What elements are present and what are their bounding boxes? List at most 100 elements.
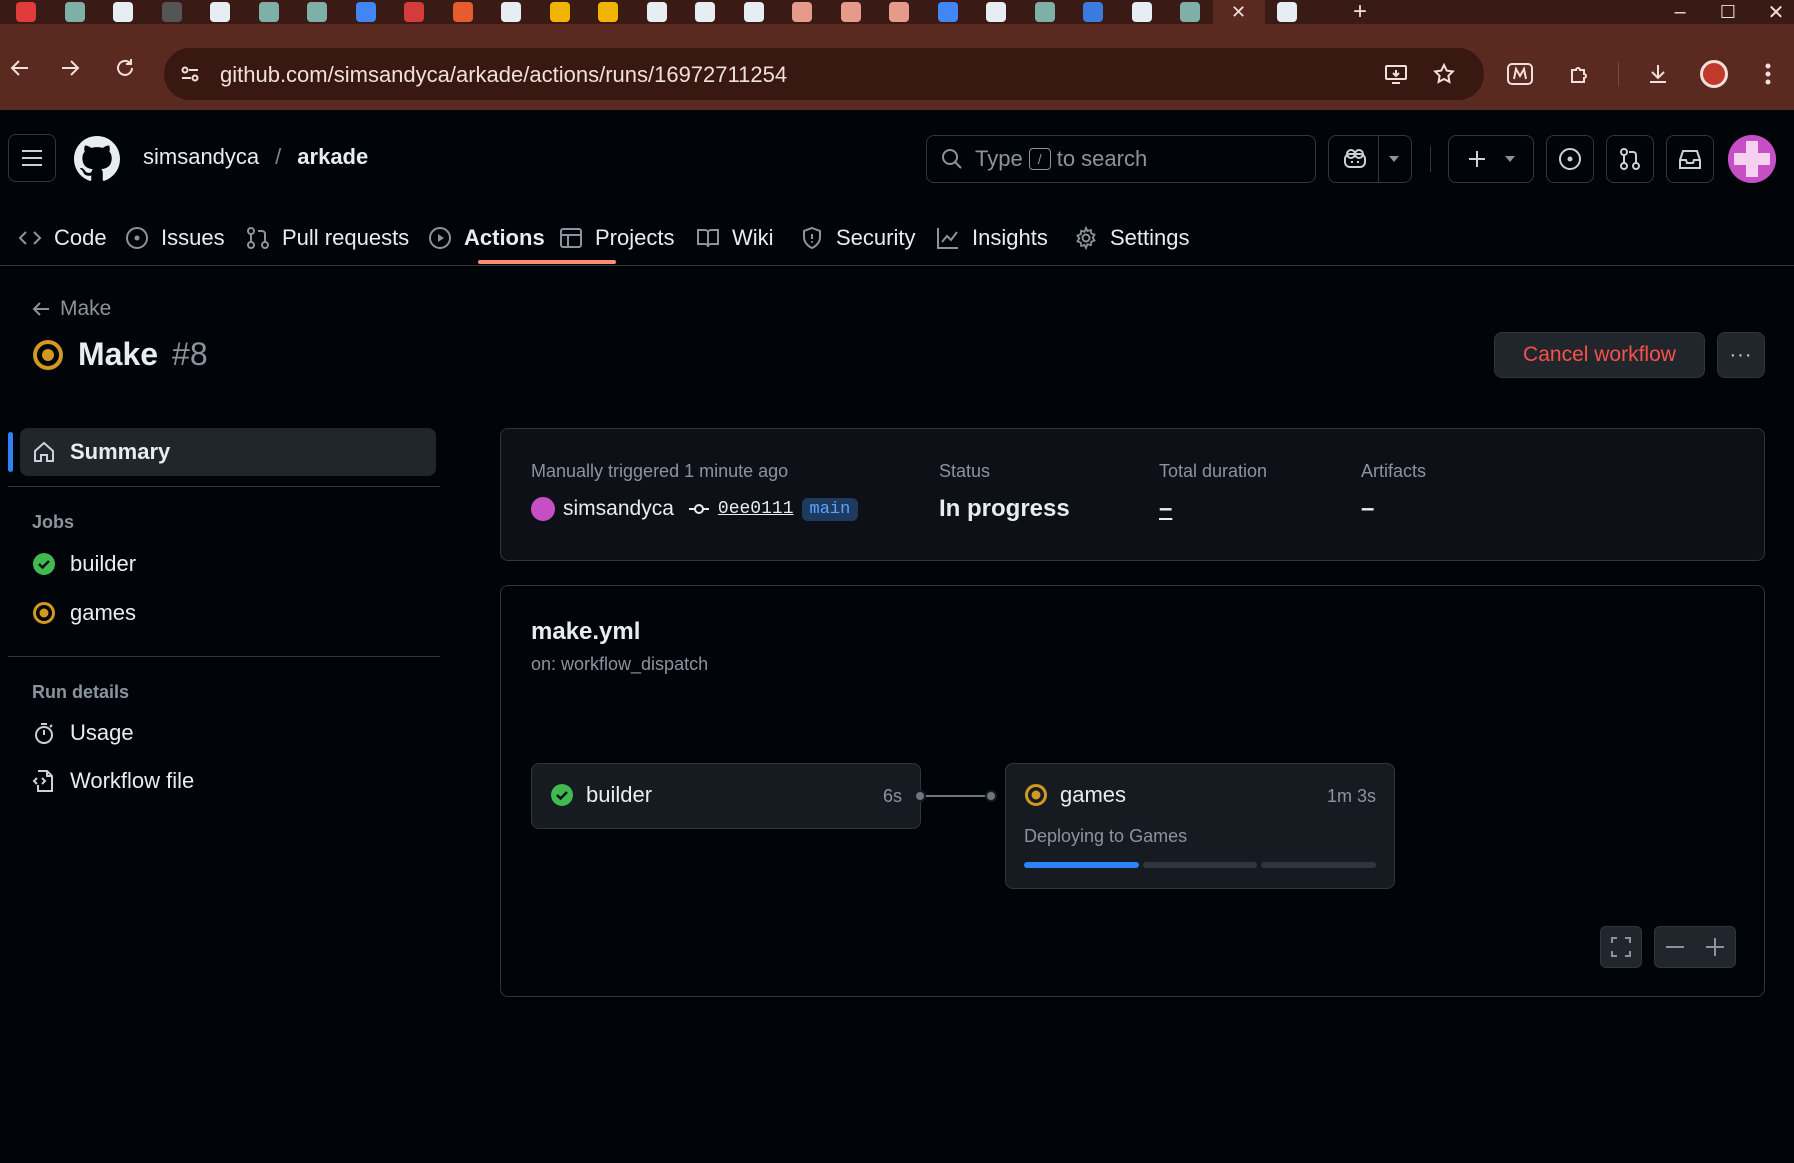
sidebar-item-builder[interactable]: builder (32, 551, 136, 577)
tab-projects[interactable]: Projects (559, 210, 674, 266)
actor-avatar[interactable] (531, 497, 555, 521)
browser-menu-icon[interactable] (1748, 54, 1788, 94)
in-progress-status-icon (33, 339, 63, 370)
downloads-icon[interactable] (1638, 54, 1678, 94)
fullscreen-button[interactable] (1600, 926, 1642, 968)
commit-icon (688, 504, 709, 514)
browser-tab[interactable] (1261, 0, 1313, 24)
browser-tab[interactable] (534, 0, 586, 24)
tab-settings[interactable]: Settings (1074, 210, 1190, 266)
browser-tab[interactable] (728, 0, 780, 24)
tab-security[interactable]: Security (800, 210, 915, 266)
menu-button[interactable] (8, 134, 56, 182)
job-node-games[interactable]: games 1m 3s Deploying to Games (1005, 763, 1395, 889)
browser-tab[interactable] (194, 0, 246, 24)
browser-tab[interactable] (1116, 0, 1168, 24)
tab-actions[interactable]: Actions (428, 210, 545, 266)
branch-badge[interactable]: main (801, 497, 859, 521)
browser-tab[interactable] (1067, 0, 1119, 24)
browser-tab[interactable] (0, 0, 52, 24)
browser-tab[interactable] (146, 0, 198, 24)
url-text[interactable]: github.com/simsandyca/arkade/actions/run… (220, 62, 787, 88)
browser-tab[interactable] (437, 0, 489, 24)
browser-tab[interactable] (243, 0, 295, 24)
tab-issues[interactable]: Issues (125, 210, 225, 266)
tab-close-icon[interactable]: ✕ (1231, 2, 1246, 23)
browser-tab[interactable] (825, 0, 877, 24)
browser-tab[interactable] (631, 0, 683, 24)
issue-icon (125, 226, 149, 250)
browser-tab-active[interactable]: ✕ (1212, 0, 1265, 24)
sidebar-item-usage[interactable]: Usage (32, 720, 134, 746)
copilot-button[interactable] (1328, 135, 1412, 183)
sidebar-item-workflow-file[interactable]: Workflow file (32, 768, 194, 794)
tab-pull-requests[interactable]: Pull requests (246, 210, 409, 266)
job-node-builder[interactable]: builder 6s (531, 763, 921, 829)
new-tab-button[interactable]: + (1334, 0, 1386, 25)
pull-request-icon (1620, 148, 1640, 170)
address-bar[interactable]: github.com/simsandyca/arkade/actions/run… (164, 48, 1484, 100)
github-logo-icon[interactable] (74, 136, 120, 182)
tab-insights[interactable]: Insights (936, 210, 1048, 266)
tab-label: Code (54, 225, 107, 250)
browser-tab[interactable] (97, 0, 149, 24)
forward-icon[interactable] (50, 48, 90, 88)
browser-tab[interactable] (1164, 0, 1216, 24)
more-options-button[interactable]: ··· (1717, 332, 1765, 378)
browser-tab[interactable] (485, 0, 537, 24)
browser-tab[interactable] (922, 0, 974, 24)
artifacts-value: – (1361, 495, 1375, 522)
zoom-out-button[interactable] (1655, 946, 1695, 948)
extension-m-icon[interactable] (1500, 54, 1540, 94)
inbox-button[interactable] (1666, 135, 1714, 183)
extensions-puzzle-icon[interactable] (1560, 54, 1600, 94)
sidebar-item-games[interactable]: games (32, 600, 136, 626)
browser-toolbar: github.com/simsandyca/arkade/actions/run… (0, 24, 1794, 110)
zoom-in-button[interactable] (1695, 938, 1735, 956)
toolbar-divider (1618, 62, 1619, 86)
reload-icon[interactable] (105, 48, 145, 88)
actor-link[interactable]: simsandyca (563, 497, 674, 521)
pull-requests-button[interactable] (1606, 135, 1654, 183)
maximize-window-button[interactable]: ☐ (1704, 0, 1752, 24)
install-app-icon[interactable] (1378, 56, 1414, 92)
browser-tab[interactable] (340, 0, 392, 24)
shield-icon (800, 226, 824, 250)
header-divider (1430, 146, 1431, 172)
browser-tab[interactable] (582, 0, 634, 24)
browser-tab[interactable] (291, 0, 343, 24)
tab-wiki[interactable]: Wiki (696, 210, 774, 266)
tab-favicon-icon (501, 2, 521, 22)
browser-tab[interactable] (1019, 0, 1071, 24)
site-info-icon[interactable] (172, 56, 208, 92)
issues-button[interactable] (1546, 135, 1594, 183)
search-input[interactable]: Type / to search (926, 135, 1316, 183)
browser-tab[interactable] (679, 0, 731, 24)
owner-link[interactable]: simsandyca (143, 144, 259, 170)
browser-tab[interactable] (49, 0, 101, 24)
user-avatar[interactable] (1728, 135, 1776, 183)
profile-avatar-icon[interactable] (1694, 54, 1734, 94)
minimize-window-button[interactable]: – (1656, 0, 1704, 24)
create-new-button[interactable] (1448, 135, 1534, 183)
tab-code[interactable]: Code (18, 210, 107, 266)
close-window-button[interactable]: ✕ (1752, 0, 1794, 24)
zoom-controls (1654, 926, 1736, 968)
search-placeholder-prefix: Type (975, 146, 1023, 171)
repo-link[interactable]: arkade (297, 144, 368, 170)
sidebar-item-summary[interactable]: Summary (20, 428, 436, 476)
browser-tab[interactable] (388, 0, 440, 24)
browser-tab[interactable] (873, 0, 925, 24)
bookmark-star-icon[interactable] (1426, 56, 1462, 92)
back-to-workflow-link[interactable]: Make (32, 297, 111, 321)
back-icon[interactable] (0, 48, 40, 88)
inbox-icon (1679, 150, 1701, 169)
browser-tab[interactable] (776, 0, 828, 24)
tab-favicon-icon (986, 2, 1006, 22)
search-shortcut-key: / (1028, 148, 1051, 170)
duration-value[interactable]: – (1159, 495, 1172, 523)
commit-sha-link[interactable]: 0ee0111 (718, 499, 794, 519)
browser-tab[interactable] (970, 0, 1022, 24)
fullscreen-icon (1611, 937, 1631, 957)
cancel-workflow-button[interactable]: Cancel workflow (1494, 332, 1705, 378)
